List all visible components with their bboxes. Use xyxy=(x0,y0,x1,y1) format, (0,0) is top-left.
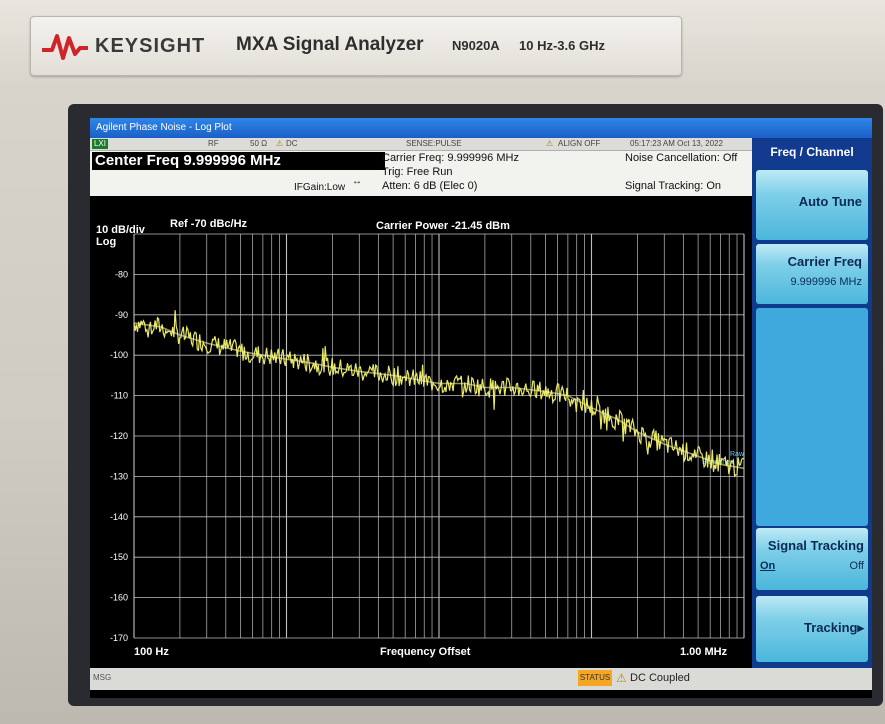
x-axis-title: Frequency Offset xyxy=(380,646,471,658)
phase-noise-plot: 10 dB/div Log Ref -70 dBc/Hz Carrier Pow… xyxy=(90,196,752,668)
mode-title: Agilent Phase Noise - Log Plot xyxy=(96,122,232,133)
analyzer-screen: Agilent Phase Noise - Log Plot LXI RF 50… xyxy=(90,118,872,698)
warning-icon: ⚠ xyxy=(276,139,284,148)
y-tick-label: -160 xyxy=(110,593,128,603)
auto-tune-softkey[interactable]: Auto Tune xyxy=(756,170,868,240)
y-tick-label: -150 xyxy=(110,552,128,562)
span-arrow-icon: ↔ xyxy=(352,176,362,187)
x-stop: 1.00 MHz xyxy=(680,646,728,658)
y-tick-label: -120 xyxy=(110,431,128,441)
y-tick-label: -140 xyxy=(110,512,128,522)
signal-tracking-label: Signal Tracking xyxy=(767,538,864,553)
status-message: DC Coupled xyxy=(630,672,690,684)
sense-mode: SENSE:PULSE xyxy=(406,139,462,148)
signal-tracking-status: Signal Tracking: On xyxy=(625,180,721,192)
softkey-menu-title: Freq / Channel xyxy=(752,138,872,166)
frequency-range: 10 Hz-3.6 GHz xyxy=(519,38,605,53)
tracking-softkey[interactable]: Tracking▸ xyxy=(756,596,868,662)
tracking-label: Tracking▸ xyxy=(804,620,864,635)
empty-softkey-area xyxy=(756,308,868,526)
plot-canvas: -80-90-100-110-120-130-140-150-160-170 xyxy=(110,233,745,643)
keysight-logo-icon xyxy=(42,34,88,60)
datetime: 05:17:23 AM Oct 13, 2022 xyxy=(630,139,723,148)
carrier-freq: Carrier Freq: 9.999996 MHz xyxy=(382,152,519,164)
align-status: ALIGN OFF xyxy=(558,139,601,148)
rf-input: RF xyxy=(208,139,219,148)
lxi-badge: LXI xyxy=(92,139,108,149)
y-tick-label: -80 xyxy=(115,269,128,279)
message-bar: MSG STATUS ⚠ DC Coupled xyxy=(90,668,872,690)
msg-label: MSG xyxy=(93,673,112,682)
coupling: DC xyxy=(286,139,298,148)
y-tick-label: -100 xyxy=(110,350,128,360)
y-tick-label: -130 xyxy=(110,471,128,481)
align-warning-icon: ⚠ xyxy=(546,139,554,148)
status-chip: STATUS xyxy=(578,670,612,686)
warning-icon: ⚠ xyxy=(616,671,627,685)
y-tick-label: -90 xyxy=(115,310,128,320)
brand-name: KEYSIGHT xyxy=(95,35,206,57)
center-freq-readout[interactable]: Center Freq 9.999996 MHz xyxy=(92,152,385,170)
carrier-freq-label: Carrier Freq xyxy=(787,254,862,269)
impedance: 50 Ω xyxy=(250,139,268,148)
trigger: Trig: Free Run xyxy=(382,166,453,178)
carrier-freq-softkey[interactable]: Carrier Freq 9.999996 MHz xyxy=(756,244,868,304)
mode-title-bar: Agilent Phase Noise - Log Plot xyxy=(90,118,872,138)
if-gain: IFGain:Low xyxy=(294,182,346,193)
settings-panel: LXI RF 50 Ω ⚠ DC SENSE:PULSE ⚠ ALIGN OFF… xyxy=(90,138,752,196)
x-axis-labels: 100 Hz Frequency Offset 1.00 MHz xyxy=(90,638,752,668)
signal-tracking-off: Off xyxy=(849,560,864,572)
model-title: MXA Signal Analyzer xyxy=(236,34,424,55)
noise-cancellation: Noise Cancellation: Off xyxy=(625,152,738,164)
auto-tune-label: Auto Tune xyxy=(798,194,862,209)
x-start: 100 Hz xyxy=(134,646,169,658)
signal-tracking-on: On xyxy=(760,560,776,572)
y-tick-label: -110 xyxy=(111,391,128,401)
softkey-menu: Freq / Channel Auto Tune Carrier Freq 9.… xyxy=(752,138,872,668)
carrier-freq-value: 9.999996 MHz xyxy=(790,276,862,288)
signal-tracking-softkey[interactable]: Signal Tracking On Off xyxy=(756,528,868,590)
attenuation: Atten: 6 dB (Elec 0) xyxy=(382,180,478,192)
model-number: N9020A xyxy=(452,38,500,53)
status-strip: LXI RF 50 Ω ⚠ DC SENSE:PULSE ⚠ ALIGN OFF… xyxy=(90,138,752,151)
